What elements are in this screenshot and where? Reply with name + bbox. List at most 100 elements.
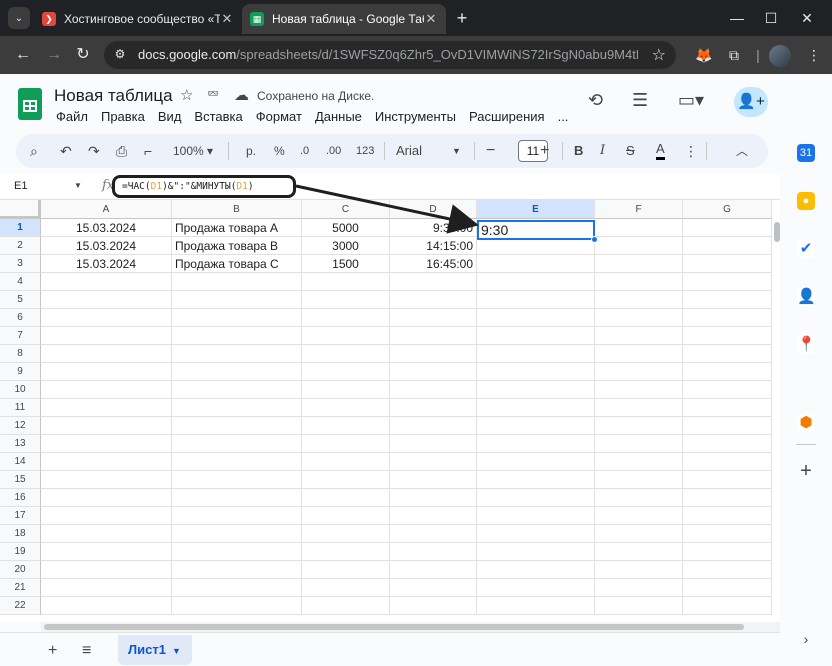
menu-item[interactable]: ...	[558, 109, 569, 124]
cell-d1[interactable]: 9:30:00	[390, 219, 477, 237]
cell-g11[interactable]	[683, 399, 772, 417]
cell-f13[interactable]	[595, 435, 683, 453]
menu-item[interactable]: Правка	[101, 109, 145, 124]
cell-c3[interactable]: 1500	[302, 255, 390, 273]
cell-b12[interactable]	[172, 417, 302, 435]
cloud-saved-icon[interactable]: ☁	[234, 86, 249, 104]
cell-g1[interactable]	[683, 219, 772, 237]
cell-b18[interactable]	[172, 525, 302, 543]
cell-d20[interactable]	[390, 561, 477, 579]
row-header[interactable]: 17	[0, 507, 41, 525]
cell-c10[interactable]	[302, 381, 390, 399]
cell-b20[interactable]	[172, 561, 302, 579]
italic-button[interactable]: I	[600, 142, 605, 160]
cell-c21[interactable]	[302, 579, 390, 597]
cell-b17[interactable]	[172, 507, 302, 525]
cell-a22[interactable]	[41, 597, 172, 615]
cell-f11[interactable]	[595, 399, 683, 417]
undo-icon[interactable]: ↶	[60, 142, 72, 160]
forward-icon[interactable]: →	[44, 45, 64, 65]
font-select[interactable]: Arial	[396, 142, 422, 160]
row-header[interactable]: 1	[0, 219, 41, 237]
horizontal-scroll-thumb[interactable]	[44, 624, 744, 630]
column-header-b[interactable]: B	[172, 200, 302, 219]
row-header[interactable]: 10	[0, 381, 41, 399]
calendar-icon[interactable]: 31	[797, 144, 815, 162]
profile-avatar[interactable]	[769, 45, 791, 67]
cell-f4[interactable]	[595, 273, 683, 291]
cell-f6[interactable]	[595, 309, 683, 327]
cell-g10[interactable]	[683, 381, 772, 399]
cell-g8[interactable]	[683, 345, 772, 363]
column-header-d[interactable]: D	[390, 200, 477, 219]
cell-c20[interactable]	[302, 561, 390, 579]
cell-e22[interactable]	[477, 597, 595, 615]
formula-input[interactable]: =ЧАС(D1)&":"&МИНУТЫ(D1)	[122, 181, 254, 192]
cell-f14[interactable]	[595, 453, 683, 471]
cell-c5[interactable]	[302, 291, 390, 309]
number-format-button[interactable]: 123	[356, 142, 374, 160]
cell-e4[interactable]	[477, 273, 595, 291]
print-icon[interactable]: ⎙	[116, 142, 127, 160]
sheet-tab-dropdown-icon[interactable]: ▼	[172, 646, 181, 656]
cell-a3[interactable]: 15.03.2024	[41, 255, 172, 273]
cell-f3[interactable]	[595, 255, 683, 273]
cell-d16[interactable]	[390, 489, 477, 507]
extensions-puzzle-icon[interactable]: ⧉	[724, 45, 744, 65]
cell-g18[interactable]	[683, 525, 772, 543]
fill-handle[interactable]	[591, 236, 598, 243]
cell-a6[interactable]	[41, 309, 172, 327]
cell-f7[interactable]	[595, 327, 683, 345]
row-header[interactable]: 22	[0, 597, 41, 615]
cell-c4[interactable]	[302, 273, 390, 291]
cell-f18[interactable]	[595, 525, 683, 543]
close-tab-icon[interactable]: ✕	[220, 11, 234, 27]
zoom-select[interactable]: 100% ▾	[172, 142, 214, 160]
cell-b4[interactable]	[172, 273, 302, 291]
cell-g6[interactable]	[683, 309, 772, 327]
cell-c8[interactable]	[302, 345, 390, 363]
paint-format-icon[interactable]: ⌐	[144, 142, 152, 160]
cell-b9[interactable]	[172, 363, 302, 381]
cell-e6[interactable]	[477, 309, 595, 327]
cell-c13[interactable]	[302, 435, 390, 453]
cell-c22[interactable]	[302, 597, 390, 615]
cell-c9[interactable]	[302, 363, 390, 381]
cell-a12[interactable]	[41, 417, 172, 435]
sheet-tab-active[interactable]: Лист1 ▼	[118, 635, 192, 665]
cell-f5[interactable]	[595, 291, 683, 309]
get-addons-plus-icon[interactable]: +	[797, 461, 815, 481]
cell-e16[interactable]	[477, 489, 595, 507]
new-tab-button[interactable]: +	[452, 8, 472, 28]
column-header-f[interactable]: F	[595, 200, 683, 219]
cell-g3[interactable]	[683, 255, 772, 273]
row-header[interactable]: 12	[0, 417, 41, 435]
cell-e21[interactable]	[477, 579, 595, 597]
cell-c1[interactable]: 5000	[302, 219, 390, 237]
cell-e15[interactable]	[477, 471, 595, 489]
cell-b22[interactable]	[172, 597, 302, 615]
cell-b3[interactable]: Продажа товара C	[172, 255, 302, 273]
cell-d19[interactable]	[390, 543, 477, 561]
cell-a5[interactable]	[41, 291, 172, 309]
search-menus-icon[interactable]: ⌕	[30, 142, 38, 160]
cell-f15[interactable]	[595, 471, 683, 489]
cell-b21[interactable]	[172, 579, 302, 597]
collapse-toolbar-icon[interactable]: ︿	[736, 142, 748, 160]
keep-icon[interactable]: ●	[797, 192, 815, 210]
row-header[interactable]: 2	[0, 237, 41, 255]
menu-item[interactable]: Вставка	[194, 109, 242, 124]
increase-decimal-button[interactable]: .00	[326, 142, 341, 160]
comments-icon[interactable]: ☰	[632, 90, 648, 111]
cell-d14[interactable]	[390, 453, 477, 471]
cell-e7[interactable]	[477, 327, 595, 345]
cell-b5[interactable]	[172, 291, 302, 309]
decrease-decimal-button[interactable]: .0	[300, 142, 309, 160]
name-box[interactable]: E1	[14, 180, 27, 192]
cell-c18[interactable]	[302, 525, 390, 543]
bookmark-star-icon[interactable]: ☆	[652, 45, 666, 65]
cell-g19[interactable]	[683, 543, 772, 561]
cell-d17[interactable]	[390, 507, 477, 525]
cell-f22[interactable]	[595, 597, 683, 615]
row-header[interactable]: 13	[0, 435, 41, 453]
